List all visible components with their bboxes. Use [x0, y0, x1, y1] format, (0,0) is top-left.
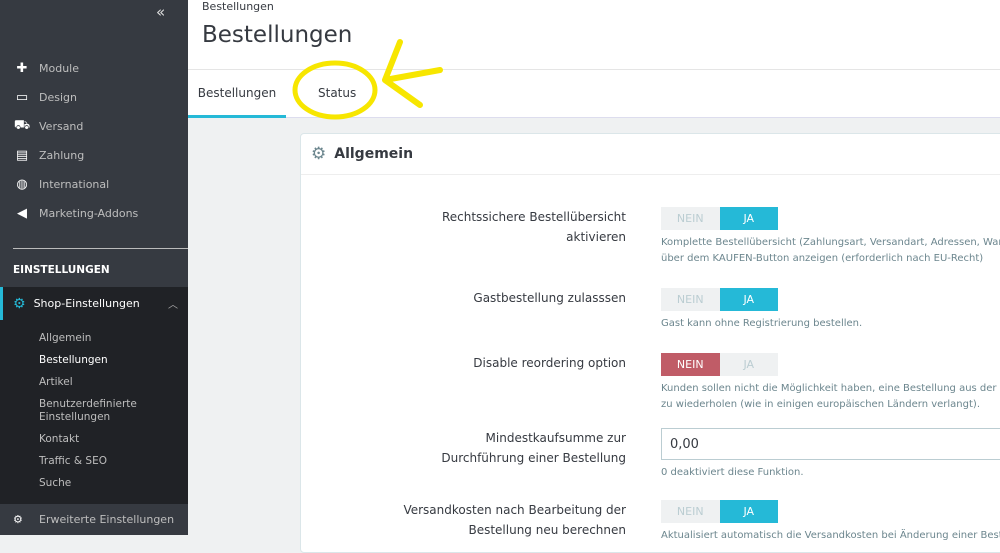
sidebar-item-label: Shop-Einstellungen: [33, 297, 140, 310]
help-text: zu wiederholen (wie in einigen europäisc…: [661, 399, 980, 410]
help-text: Aktualisiert automatisch die Versandkost…: [661, 530, 1000, 541]
sidebar-item-zahlung[interactable]: ▤ Zahlung: [0, 141, 188, 170]
toggle-switch[interactable]: NEIN JA: [661, 500, 778, 523]
sidebar-item-international[interactable]: ◍ International: [0, 170, 188, 199]
sidebar-item-label: International: [39, 178, 110, 191]
sidebar-divider: [13, 248, 188, 249]
puzzle-icon: ✚: [16, 61, 28, 76]
sidebar-item-label: Module: [39, 62, 79, 75]
tab-bestellungen[interactable]: Bestellungen: [188, 86, 286, 118]
help-text: über dem KAUFEN-Button anzeigen (erforde…: [661, 253, 984, 264]
setting-label: Rechtssichere Bestellübersicht aktiviere…: [441, 210, 626, 244]
toggle-ja[interactable]: JA: [719, 288, 778, 311]
gear-icon: ⚙: [311, 144, 327, 164]
setting-label: Versandkosten nach Bearbeitung der Beste…: [403, 503, 626, 537]
toggle-switch[interactable]: NEIN JA: [661, 288, 778, 311]
setting-label: Mindestkaufsumme zur Durchführung einer …: [441, 431, 626, 465]
toggle-ja[interactable]: JA: [719, 353, 778, 376]
sidebar-item-label: Erweiterte Einstellungen: [39, 513, 175, 526]
toggle-ja[interactable]: JA: [719, 207, 778, 230]
sidebar-item-label: Versand: [39, 120, 84, 133]
credit-card-icon: ▤: [15, 148, 29, 163]
sidebar-item-erweiterte-einstellungen[interactable]: ⚙ Erweiterte Einstellungen: [0, 504, 188, 535]
globe-icon: ◍: [16, 177, 28, 192]
sidebar-item-label: Zahlung: [39, 149, 85, 162]
setting-label: Gastbestellung zulasssen: [473, 291, 626, 305]
section-title: EINSTELLUNGEN: [13, 264, 110, 276]
sidebar-subitem-traffic-seo[interactable]: Traffic & SEO: [0, 455, 188, 468]
chevron-up-icon: ︿: [168, 300, 178, 311]
sidebar-subitem-benutzerdefinierte[interactable]: Benutzerdefinierte Einstellungen: [0, 398, 137, 424]
settings-panel: ⚙ Allgemein Rechtssichere Bestellübersich…: [300, 133, 1000, 553]
toggle-nein[interactable]: NEIN: [661, 353, 720, 376]
sidebar-item-versand[interactable]: ⛟ Versand: [0, 112, 188, 141]
gear-icon: ⚙: [13, 295, 26, 312]
truck-icon: ⛟: [13, 118, 31, 133]
sidebar-group-shop-einstellungen: ⚙ Shop-Einstellungen ︿ Allgemein Bestellun…: [0, 287, 188, 504]
sidebar-subitem-bestellungen[interactable]: Bestellungen: [0, 354, 188, 367]
breadcrumb[interactable]: Bestellungen: [202, 0, 274, 13]
sidebar: « ✚ Module ▭ Design ⛟ Versand ▤ Zahlung ◍ Int…: [0, 0, 188, 535]
sidebar-item-design[interactable]: ▭ Design: [0, 83, 188, 112]
sidebar-subitem-kontakt[interactable]: Kontakt: [0, 433, 188, 446]
monitor-icon: ▭: [15, 90, 29, 105]
panel-title: Allgemein: [334, 146, 414, 162]
page-header: Bestellungen Bestellungen Bestellungen S…: [188, 0, 1000, 118]
toggle-nein[interactable]: NEIN: [661, 500, 720, 523]
setting-label: Disable reordering option: [473, 356, 626, 370]
sidebar-subitem-suche[interactable]: Suche: [0, 477, 188, 490]
page-title: Bestellungen: [202, 22, 353, 48]
sidebar-item-shop-einstellungen[interactable]: ⚙ Shop-Einstellungen ︿: [0, 287, 188, 320]
toggle-ja[interactable]: JA: [719, 500, 778, 523]
min-order-amount-input[interactable]: [661, 428, 1000, 460]
toggle-switch[interactable]: NEIN JA: [661, 353, 778, 376]
sidebar-item-label: Marketing-Addons: [39, 207, 139, 220]
sidebar-item-module[interactable]: ✚ Module: [0, 54, 188, 83]
sidebar-item-label: Design: [39, 91, 77, 104]
megaphone-icon: ◀: [17, 206, 27, 221]
gear-box-icon: ⚙: [13, 513, 23, 526]
sidebar-item-marketing-addons[interactable]: ◀ Marketing-Addons: [0, 199, 188, 228]
toggle-nein[interactable]: NEIN: [661, 207, 720, 230]
toggle-switch[interactable]: NEIN JA: [661, 207, 778, 230]
sidebar-subitem-allgemein[interactable]: Allgemein: [0, 332, 188, 345]
collapse-sidebar-icon[interactable]: «: [156, 3, 165, 21]
help-text: Komplette Bestellübersicht (Zahlungsart,…: [661, 237, 1000, 248]
help-text: Gast kann ohne Registrierung bestellen.: [661, 318, 863, 329]
help-text: Kunden sollen nicht die Möglichkeit habe…: [661, 383, 997, 394]
header-divider: [188, 69, 1000, 70]
toggle-nein[interactable]: NEIN: [661, 288, 720, 311]
help-text: 0 deaktiviert diese Funktion.: [661, 467, 804, 478]
tab-status[interactable]: Status: [318, 86, 356, 100]
sidebar-subitem-artikel[interactable]: Artikel: [0, 376, 188, 389]
